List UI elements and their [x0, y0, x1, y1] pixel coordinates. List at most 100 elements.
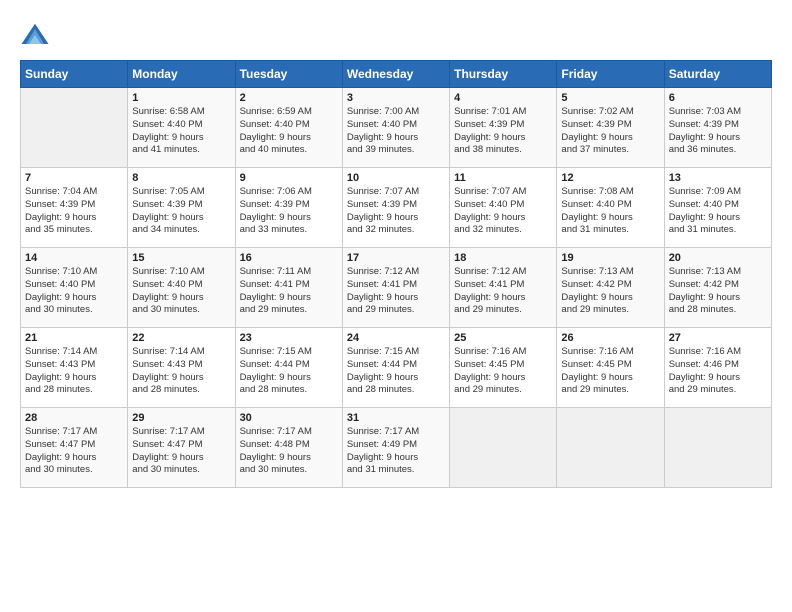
day-number: 3 — [347, 92, 445, 104]
calendar-day-cell: 2 Sunrise: 6:59 AM Sunset: 4:40 PM Daylig… — [235, 88, 342, 168]
day-number: 11 — [454, 172, 552, 184]
day-of-week-header: Wednesday — [342, 61, 449, 88]
calendar-day-cell: 11 Sunrise: 7:07 AM Sunset: 4:40 PM Dayli… — [450, 168, 557, 248]
calendar-day-cell — [21, 88, 128, 168]
day-info: Sunrise: 7:13 AM Sunset: 4:42 PM Dayligh… — [561, 266, 659, 317]
calendar-week-row: 1 Sunrise: 6:58 AM Sunset: 4:40 PM Daylig… — [21, 88, 772, 168]
day-number: 9 — [240, 172, 338, 184]
calendar-day-cell: 6Sunrise: 7:03 AM Sunset: 4:39 PM Daylig… — [664, 88, 771, 168]
day-of-week-header: Tuesday — [235, 61, 342, 88]
day-info: Sunrise: 7:11 AM Sunset: 4:41 PM Dayligh… — [240, 266, 338, 317]
calendar-day-cell — [557, 408, 664, 488]
calendar-day-cell: 22 Sunrise: 7:14 AM Sunset: 4:43 PM Dayli… — [128, 328, 235, 408]
calendar-week-row: 14 Sunrise: 7:10 AM Sunset: 4:40 PM Dayli… — [21, 248, 772, 328]
day-info: Sunrise: 7:17 AM Sunset: 4:47 PM Dayligh… — [25, 426, 123, 477]
day-of-week-header: Sunday — [21, 61, 128, 88]
day-info: Sunrise: 6:58 AM Sunset: 4:40 PM Dayligh… — [132, 106, 230, 157]
day-number: 30 — [240, 412, 338, 424]
calendar-day-cell: 26 Sunrise: 7:16 AM Sunset: 4:45 PM Dayli… — [557, 328, 664, 408]
day-number: 29 — [132, 412, 230, 424]
logo — [20, 20, 55, 50]
day-info: Sunrise: 7:00 AM Sunset: 4:40 PM Dayligh… — [347, 106, 445, 157]
day-number: 12 — [561, 172, 659, 184]
day-number: 16 — [240, 252, 338, 264]
day-of-week-header: Saturday — [664, 61, 771, 88]
day-number: 23 — [240, 332, 338, 344]
calendar-day-cell: 9 Sunrise: 7:06 AM Sunset: 4:39 PM Daylig… — [235, 168, 342, 248]
calendar-day-cell: 5 Sunrise: 7:02 AM Sunset: 4:39 PM Daylig… — [557, 88, 664, 168]
calendar-day-cell: 15 Sunrise: 7:10 AM Sunset: 4:40 PM Dayli… — [128, 248, 235, 328]
day-info: Sunrise: 7:14 AM Sunset: 4:43 PM Dayligh… — [132, 346, 230, 397]
day-info: Sunrise: 7:09 AM Sunset: 4:40 PM Dayligh… — [669, 186, 767, 237]
day-of-week-header: Friday — [557, 61, 664, 88]
calendar-table: SundayMondayTuesdayWednesdayThursdayFrid… — [20, 60, 772, 488]
day-number: 31 — [347, 412, 445, 424]
day-info: Sunrise: 7:07 AM Sunset: 4:40 PM Dayligh… — [454, 186, 552, 237]
day-number: 14 — [25, 252, 123, 264]
day-number: 10 — [347, 172, 445, 184]
day-number: 22 — [132, 332, 230, 344]
calendar-week-row: 21Sunrise: 7:14 AM Sunset: 4:43 PM Dayli… — [21, 328, 772, 408]
page-container: SundayMondayTuesdayWednesdayThursdayFrid… — [0, 0, 792, 498]
day-number: 5 — [561, 92, 659, 104]
calendar-day-cell: 10 Sunrise: 7:07 AM Sunset: 4:39 PM Dayli… — [342, 168, 449, 248]
calendar-day-cell: 30 Sunrise: 7:17 AM Sunset: 4:48 PM Dayli… — [235, 408, 342, 488]
day-of-week-header: Monday — [128, 61, 235, 88]
calendar-day-cell: 23Sunrise: 7:15 AM Sunset: 4:44 PM Dayli… — [235, 328, 342, 408]
day-number: 27 — [669, 332, 767, 344]
day-info: Sunrise: 7:13 AM Sunset: 4:42 PM Dayligh… — [669, 266, 767, 317]
day-number: 19 — [561, 252, 659, 264]
calendar-week-row: 28 Sunrise: 7:17 AM Sunset: 4:47 PM Dayli… — [21, 408, 772, 488]
calendar-day-cell: 14 Sunrise: 7:10 AM Sunset: 4:40 PM Dayli… — [21, 248, 128, 328]
day-number: 26 — [561, 332, 659, 344]
day-info: Sunrise: 7:12 AM Sunset: 4:41 PM Dayligh… — [454, 266, 552, 317]
calendar-day-cell: 28 Sunrise: 7:17 AM Sunset: 4:47 PM Dayli… — [21, 408, 128, 488]
day-number: 28 — [25, 412, 123, 424]
day-number: 4 — [454, 92, 552, 104]
day-number: 20 — [669, 252, 767, 264]
calendar-day-cell: 18 Sunrise: 7:12 AM Sunset: 4:41 PM Dayli… — [450, 248, 557, 328]
day-number: 7 — [25, 172, 123, 184]
calendar-day-cell: 31 Sunrise: 7:17 AM Sunset: 4:49 PM Dayli… — [342, 408, 449, 488]
day-info: Sunrise: 7:17 AM Sunset: 4:47 PM Dayligh… — [132, 426, 230, 477]
calendar-day-cell: 17 Sunrise: 7:12 AM Sunset: 4:41 PM Dayli… — [342, 248, 449, 328]
day-info: Sunrise: 7:05 AM Sunset: 4:39 PM Dayligh… — [132, 186, 230, 237]
day-info: Sunrise: 7:01 AM Sunset: 4:39 PM Dayligh… — [454, 106, 552, 157]
calendar-day-cell: 25Sunrise: 7:16 AM Sunset: 4:45 PM Dayli… — [450, 328, 557, 408]
day-info: Sunrise: 7:07 AM Sunset: 4:39 PM Dayligh… — [347, 186, 445, 237]
calendar-day-cell — [664, 408, 771, 488]
day-info: Sunrise: 7:17 AM Sunset: 4:48 PM Dayligh… — [240, 426, 338, 477]
calendar-day-cell: 13Sunrise: 7:09 AM Sunset: 4:40 PM Dayli… — [664, 168, 771, 248]
calendar-day-cell: 8 Sunrise: 7:05 AM Sunset: 4:39 PM Daylig… — [128, 168, 235, 248]
day-number: 1 — [132, 92, 230, 104]
day-number: 6 — [669, 92, 767, 104]
day-number: 25 — [454, 332, 552, 344]
day-info: Sunrise: 7:06 AM Sunset: 4:39 PM Dayligh… — [240, 186, 338, 237]
day-number: 24 — [347, 332, 445, 344]
calendar-day-cell: 20 Sunrise: 7:13 AM Sunset: 4:42 PM Dayli… — [664, 248, 771, 328]
day-info: Sunrise: 7:10 AM Sunset: 4:40 PM Dayligh… — [132, 266, 230, 317]
day-info: Sunrise: 7:04 AM Sunset: 4:39 PM Dayligh… — [25, 186, 123, 237]
calendar-day-cell: 27Sunrise: 7:16 AM Sunset: 4:46 PM Dayli… — [664, 328, 771, 408]
day-of-week-header: Thursday — [450, 61, 557, 88]
day-number: 2 — [240, 92, 338, 104]
calendar-day-cell: 3 Sunrise: 7:00 AM Sunset: 4:40 PM Daylig… — [342, 88, 449, 168]
day-info: Sunrise: 7:16 AM Sunset: 4:45 PM Dayligh… — [561, 346, 659, 397]
day-number: 18 — [454, 252, 552, 264]
day-number: 15 — [132, 252, 230, 264]
calendar-week-row: 7 Sunrise: 7:04 AM Sunset: 4:39 PM Daylig… — [21, 168, 772, 248]
day-info: Sunrise: 7:15 AM Sunset: 4:44 PM Dayligh… — [347, 346, 445, 397]
calendar-day-cell: 12Sunrise: 7:08 AM Sunset: 4:40 PM Dayli… — [557, 168, 664, 248]
day-info: Sunrise: 7:17 AM Sunset: 4:49 PM Dayligh… — [347, 426, 445, 477]
calendar-header-row: SundayMondayTuesdayWednesdayThursdayFrid… — [21, 61, 772, 88]
calendar-day-cell: 24 Sunrise: 7:15 AM Sunset: 4:44 PM Dayli… — [342, 328, 449, 408]
day-number: 17 — [347, 252, 445, 264]
day-info: Sunrise: 7:12 AM Sunset: 4:41 PM Dayligh… — [347, 266, 445, 317]
calendar-day-cell: 4 Sunrise: 7:01 AM Sunset: 4:39 PM Daylig… — [450, 88, 557, 168]
day-info: Sunrise: 7:02 AM Sunset: 4:39 PM Dayligh… — [561, 106, 659, 157]
day-info: Sunrise: 7:14 AM Sunset: 4:43 PM Dayligh… — [25, 346, 123, 397]
day-info: Sunrise: 7:10 AM Sunset: 4:40 PM Dayligh… — [25, 266, 123, 317]
day-info: Sunrise: 6:59 AM Sunset: 4:40 PM Dayligh… — [240, 106, 338, 157]
day-number: 8 — [132, 172, 230, 184]
logo-icon — [20, 20, 50, 50]
